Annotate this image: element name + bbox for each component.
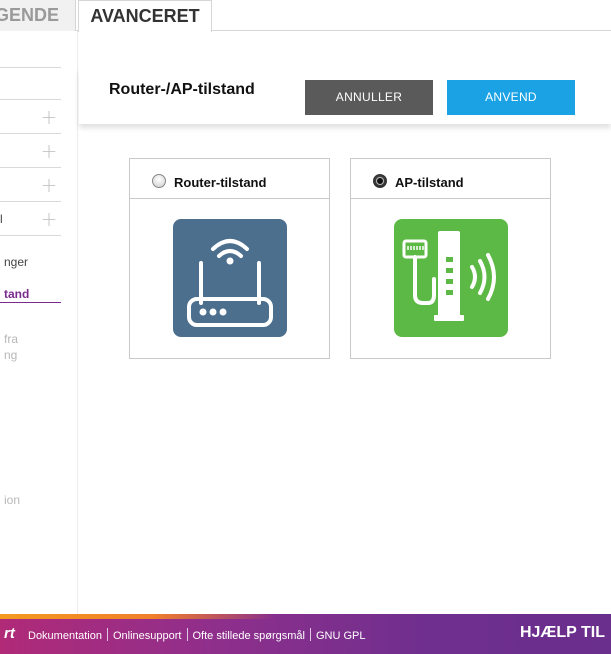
ap-mode-radio[interactable] — [373, 174, 387, 188]
expand-plus-icon[interactable]: + — [40, 209, 58, 229]
sidebar: + + + l + nger tand fra ng ion — [0, 31, 78, 614]
expand-plus-icon[interactable]: + — [40, 141, 58, 161]
footer: rt Dokumentation Onlinesupport Ofte stille… — [0, 614, 611, 654]
router-mode-radio[interactable] — [152, 174, 166, 188]
footer-brand: rt — [4, 625, 15, 642]
tab-bar: GENDE AVANCERET — [0, 0, 611, 32]
tab-basic-label: GENDE — [0, 5, 59, 25]
tab-basic[interactable]: GENDE — [0, 0, 76, 31]
router-icon[interactable] — [173, 219, 287, 337]
footer-separator — [107, 628, 108, 641]
footer-link-online-support[interactable]: Onlinesupport — [113, 630, 182, 642]
router-mode-label: Router-tilstand — [174, 175, 267, 190]
sidebar-divider — [0, 99, 61, 100]
sidebar-divider — [0, 235, 61, 236]
footer-separator — [309, 628, 311, 641]
ap-mode-header: AP-tilstand — [351, 159, 550, 199]
sidebar-item-administration[interactable]: ion — [4, 493, 20, 507]
sidebar-item-update-line2[interactable]: ng — [4, 348, 17, 362]
footer-link-documentation[interactable]: Dokumentation — [28, 630, 102, 642]
footer-links: Dokumentation Onlinesupport Ofte stillede … — [28, 628, 366, 642]
footer-link-gnu-gpl[interactable]: GNU GPL — [316, 630, 366, 642]
sidebar-divider — [0, 133, 61, 134]
expand-plus-icon[interactable]: + — [40, 175, 58, 195]
page-title: Router-/AP-tilstand — [109, 81, 255, 98]
page-header: Router-/AP-tilstand ANNULLER ANVEND — [79, 68, 611, 124]
sidebar-item-router-ap-mode[interactable]: tand — [4, 287, 29, 301]
access-point-icon[interactable] — [394, 219, 508, 337]
tab-advanced[interactable]: AVANCERET — [78, 0, 212, 32]
ap-mode-card[interactable]: AP-tilstand — [350, 158, 551, 359]
sidebar-divider — [0, 167, 61, 168]
footer-separator — [186, 628, 188, 641]
expand-plus-icon[interactable]: + — [40, 107, 58, 127]
sidebar-divider — [0, 67, 61, 68]
sidebar-item-fragment[interactable]: l — [0, 212, 3, 226]
ap-mode-label: AP-tilstand — [395, 175, 464, 190]
footer-link-faq[interactable]: Ofte stillede spørgsmål — [193, 630, 305, 642]
footer-accent-stripe — [0, 614, 611, 619]
sidebar-divider — [0, 201, 61, 202]
sidebar-item-update-line1[interactable]: fra — [4, 332, 18, 346]
footer-help-link[interactable]: HJÆLP TIL — [520, 624, 605, 642]
router-mode-header: Router-tilstand — [130, 159, 329, 199]
sidebar-active-underline — [0, 302, 61, 303]
apply-button[interactable]: ANVEND — [447, 80, 575, 115]
cancel-button[interactable]: ANNULLER — [305, 80, 433, 115]
sidebar-item-indstillinger[interactable]: nger — [4, 255, 28, 269]
router-mode-card[interactable]: Router-tilstand — [129, 158, 330, 359]
